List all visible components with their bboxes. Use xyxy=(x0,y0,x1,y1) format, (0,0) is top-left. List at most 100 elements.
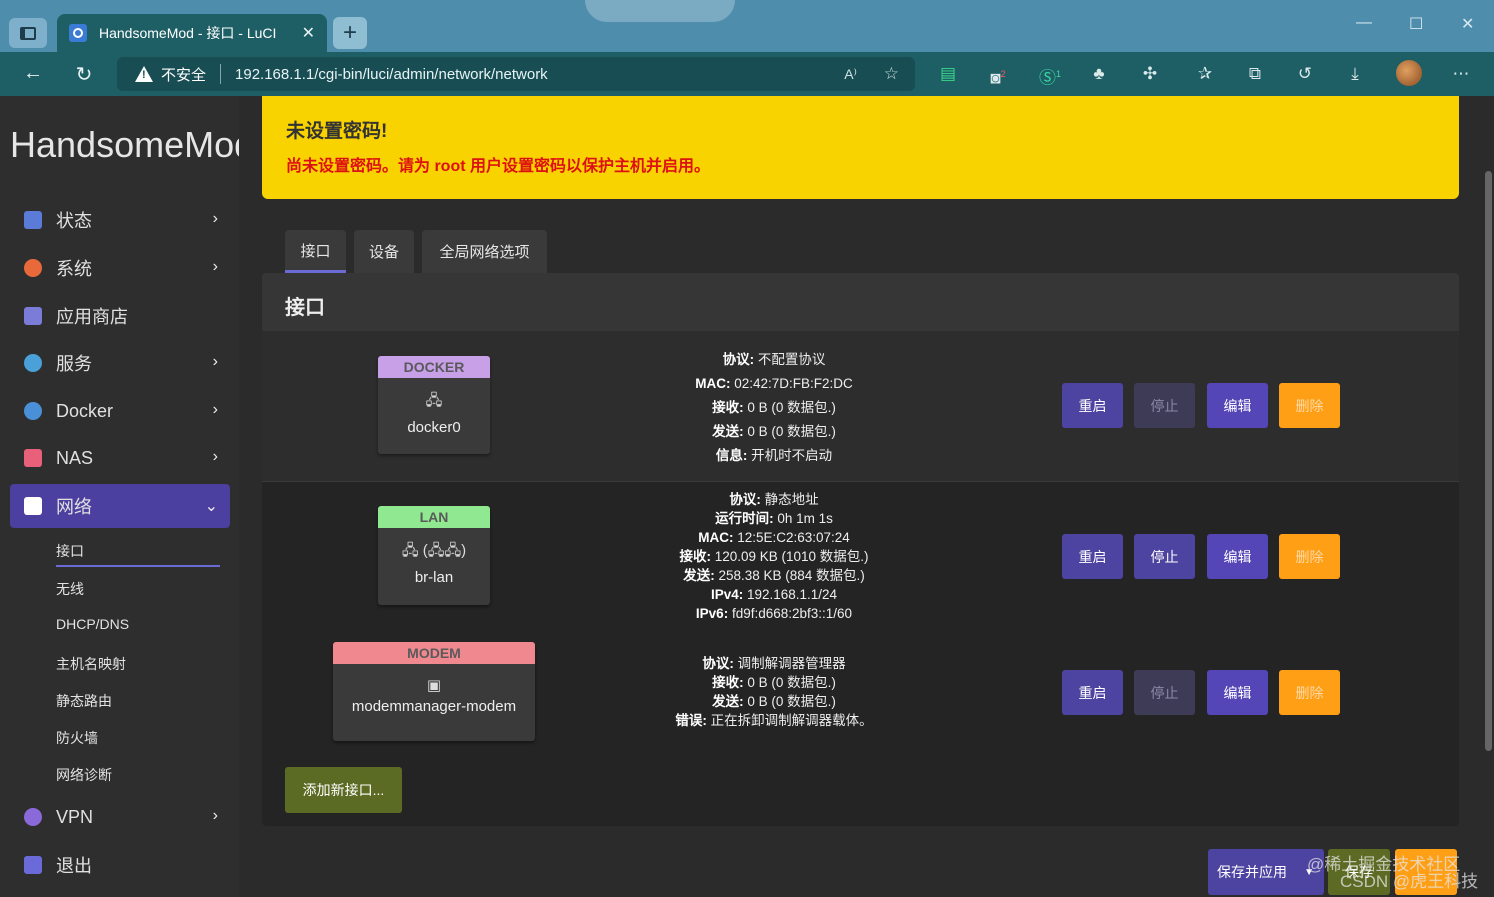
interface-info: 协议: 静态地址 运行时间: 0h 1m 1s MAC: 12:5E:C2:63:0… xyxy=(574,490,974,623)
sidebar-item-logout[interactable]: 退出 xyxy=(10,843,230,887)
interface-info: 协议: 不配置协议 MAC: 02:42:7D:FB:F2:DC 接收: 0 B (… xyxy=(574,348,974,468)
sidebar-item-status[interactable]: 状态 › xyxy=(10,198,230,242)
chevron-right-icon: › xyxy=(212,353,218,370)
read-aloud-icon[interactable]: A⁾ xyxy=(844,66,857,83)
tab-actions-icon[interactable] xyxy=(9,18,47,48)
chevron-right-icon: › xyxy=(212,258,218,275)
scrollbar[interactable] xyxy=(1483,96,1494,897)
logout-cube-icon xyxy=(24,856,42,874)
favorites-icon[interactable]: ✰ xyxy=(1194,63,1216,85)
info-line: IPv4: 192.168.1.1/24 xyxy=(574,585,974,604)
sidebar-item-network[interactable]: 网络 ⌄ xyxy=(10,484,230,528)
sidebar-item-app-store[interactable]: 应用商店 xyxy=(10,294,230,338)
interface-badge-lan: LAN 🖧 (🖧🖧) br-lan xyxy=(378,506,490,605)
download-icon[interactable]: ⤓ xyxy=(1344,63,1366,85)
extensions-puzzle-icon[interactable]: ✣ xyxy=(1139,63,1161,85)
interface-name: DOCKER xyxy=(378,356,490,378)
stop-button[interactable]: 停止 xyxy=(1134,670,1195,715)
info-line: 错误: 正在拆卸调制解调器载体。 xyxy=(574,711,974,730)
extension-s-icon[interactable]: Ⓢ1 xyxy=(1039,63,1062,88)
sidebar-subitem-interfaces[interactable]: 接口 xyxy=(56,541,220,567)
interface-info: 协议: 调制解调器管理器 接收: 0 B (0 数据包.) 发送: 0 B (0 数… xyxy=(574,654,974,730)
address-separator xyxy=(220,64,222,84)
sidebar-item-services[interactable]: 服务 › xyxy=(10,341,230,385)
extension-s-count: 1 xyxy=(1056,69,1062,79)
restart-button[interactable]: 重启 xyxy=(1062,534,1123,579)
chevron-right-icon: › xyxy=(212,210,218,227)
more-menu-icon[interactable]: ⋯ xyxy=(1450,63,1472,85)
gear-icon xyxy=(24,259,42,277)
back-icon[interactable]: ← xyxy=(20,62,46,85)
extension-people-icon[interactable]: ♣ xyxy=(1088,63,1110,85)
alert-title: 未设置密码! xyxy=(286,121,388,142)
browser-toolbar: ← ↻ 不安全 192.168.1.1/cgi-bin/luci/admin/n… xyxy=(0,52,1494,96)
tab-global-options[interactable]: 全局网络选项 xyxy=(422,230,547,273)
sidebar-subitem-diagnostics[interactable]: 网络诊断 xyxy=(56,765,112,785)
info-line: 接收: 120.09 KB (1010 数据包.) xyxy=(574,547,974,566)
sidebar-subitem-wireless[interactable]: 无线 xyxy=(56,579,84,599)
info-value: 不配置协议 xyxy=(754,352,826,367)
restart-button[interactable]: 重启 xyxy=(1062,383,1123,428)
sidebar-item-label: 系统 xyxy=(56,259,92,279)
favorite-add-icon[interactable]: ☆ xyxy=(884,64,899,84)
info-key: 协议: xyxy=(722,352,755,367)
not-secure-icon xyxy=(135,66,153,82)
scrollbar-thumb[interactable] xyxy=(1485,171,1492,751)
stop-button[interactable]: 停止 xyxy=(1134,383,1195,428)
chevron-right-icon: › xyxy=(212,448,218,465)
collections-icon[interactable]: ⧉ xyxy=(1244,63,1266,85)
delete-button[interactable]: 删除 xyxy=(1279,383,1340,428)
info-value: 开机时不启动 xyxy=(747,448,833,463)
info-value: 0h 1m 1s xyxy=(773,511,833,526)
info-value: 192.168.1.1/24 xyxy=(743,587,838,602)
add-interface-button[interactable]: 添加新接口... xyxy=(285,767,402,813)
url-text[interactable]: 192.168.1.1/cgi-bin/luci/admin/network/n… xyxy=(235,66,548,83)
info-key: 接收: xyxy=(712,400,744,415)
new-tab-button[interactable]: + xyxy=(333,17,367,49)
sidebar-item-vpn[interactable]: VPN › xyxy=(10,795,230,839)
tab-close-icon[interactable]: ✕ xyxy=(302,23,315,43)
info-key: 协议: xyxy=(702,656,734,671)
info-line: 发送: 0 B (0 数据包.) xyxy=(574,692,974,711)
sidebar-subitem-firewall[interactable]: 防火墙 xyxy=(56,728,98,748)
extension-badge-icon[interactable]: ◙2 xyxy=(987,63,1009,88)
delete-button[interactable]: 删除 xyxy=(1279,534,1340,579)
history-icon[interactable]: ↺ xyxy=(1294,63,1316,85)
delete-button[interactable]: 删除 xyxy=(1279,670,1340,715)
browser-titlebar: HandsomeMod - 接口 - LuCI ✕ + — ☐ ✕ xyxy=(0,0,1494,52)
profile-avatar[interactable] xyxy=(1396,60,1422,86)
sidebar-subitem-dhcp-dns[interactable]: DHCP/DNS xyxy=(56,616,129,632)
dashboard-icon xyxy=(24,211,42,229)
window-close-icon[interactable]: ✕ xyxy=(1461,14,1474,34)
sidebar-subitem-static-routes[interactable]: 静态路由 xyxy=(56,691,112,711)
edit-button[interactable]: 编辑 xyxy=(1207,534,1268,579)
minimize-icon[interactable]: — xyxy=(1356,14,1372,32)
sidebar-item-label: 应用商店 xyxy=(56,307,128,327)
info-value: fd9f:d668:2bf3::1/60 xyxy=(728,606,853,621)
sidebar-item-docker[interactable]: Docker › xyxy=(10,389,230,433)
sidebar-item-label: 退出 xyxy=(56,856,92,876)
stop-button[interactable]: 停止 xyxy=(1134,534,1195,579)
info-line: 运行时间: 0h 1m 1s xyxy=(574,509,974,528)
device-name: docker0 xyxy=(407,419,461,436)
info-line: 发送: 0 B (0 数据包.) xyxy=(574,420,974,444)
device-name: br-lan xyxy=(414,569,454,586)
tab-devices[interactable]: 设备 xyxy=(354,230,414,273)
security-label[interactable]: 不安全 xyxy=(161,64,206,85)
sidebar-subitem-hostnames[interactable]: 主机名映射 xyxy=(56,654,126,674)
edit-button[interactable]: 编辑 xyxy=(1207,383,1268,428)
restart-button[interactable]: 重启 xyxy=(1062,670,1123,715)
extension-code-icon[interactable]: ▤ xyxy=(937,63,959,85)
info-key: 发送: xyxy=(712,694,744,709)
maximize-icon[interactable]: ☐ xyxy=(1409,14,1423,34)
info-line: 协议: 不配置协议 xyxy=(574,348,974,372)
refresh-icon[interactable]: ↻ xyxy=(71,62,97,87)
sidebar-item-system[interactable]: 系统 › xyxy=(10,246,230,290)
tab-interfaces[interactable]: 接口 xyxy=(285,230,346,273)
sidebar-item-label: NAS xyxy=(56,447,94,468)
address-bar[interactable]: 不安全 192.168.1.1/cgi-bin/luci/admin/netwo… xyxy=(117,57,915,91)
sidebar-item-nas[interactable]: NAS › xyxy=(10,436,230,480)
browser-tab[interactable]: HandsomeMod - 接口 - LuCI ✕ xyxy=(57,14,327,52)
docker-icon xyxy=(24,402,42,420)
edit-button[interactable]: 编辑 xyxy=(1207,670,1268,715)
